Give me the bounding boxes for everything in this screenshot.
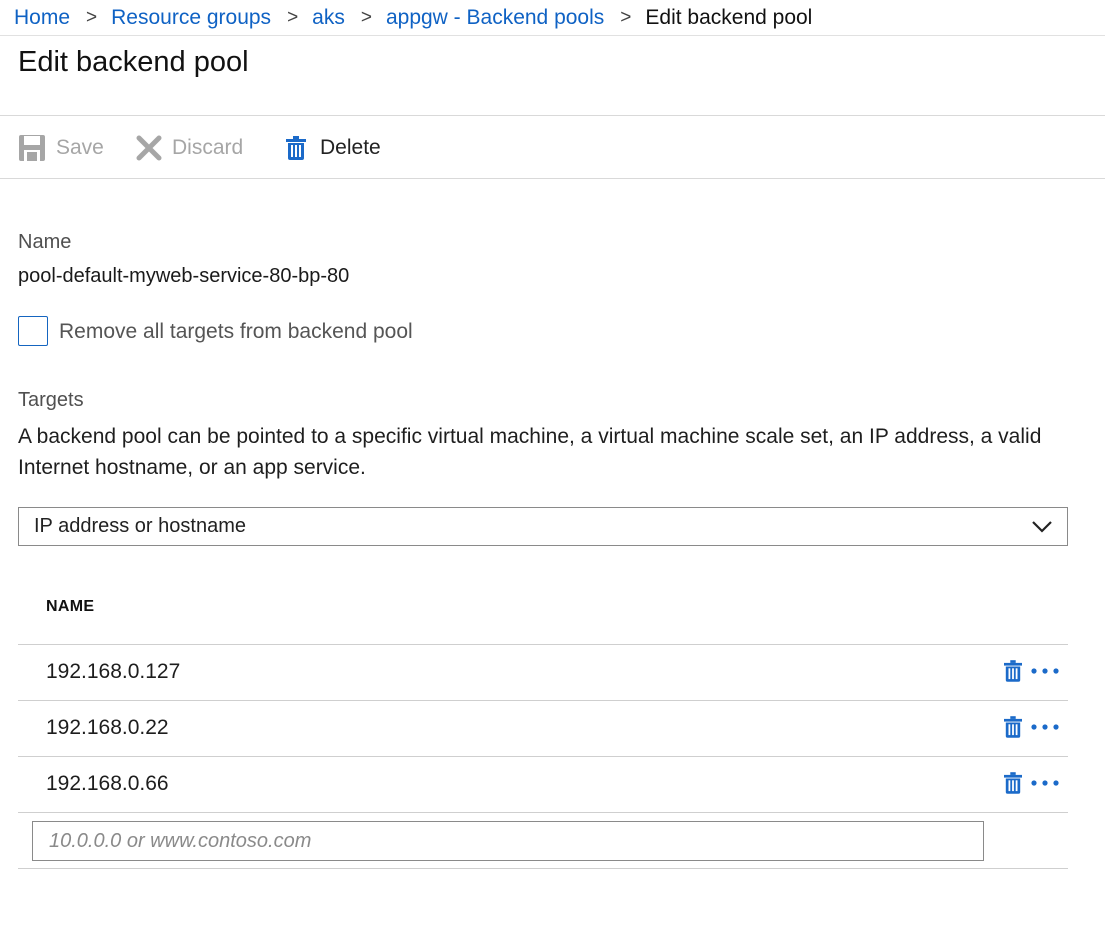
- target-type-value: IP address or hostname: [34, 515, 246, 537]
- breadcrumb-resource-groups[interactable]: Resource groups: [111, 7, 271, 28]
- table-row: 192.168.0.127: [18, 645, 1068, 701]
- new-target-input[interactable]: [32, 821, 984, 861]
- table-row: 192.168.0.22: [18, 701, 1068, 757]
- remove-targets-label[interactable]: Remove all targets from backend pool: [59, 320, 413, 344]
- row-actions: [1004, 660, 1060, 682]
- discard-icon: [136, 135, 162, 161]
- row-actions: [1004, 772, 1060, 794]
- trash-icon[interactable]: [1004, 716, 1022, 738]
- breadcrumb-aks[interactable]: aks: [312, 7, 345, 28]
- table-divider: [18, 868, 1068, 869]
- discard-button[interactable]: Discard: [136, 132, 243, 164]
- column-header-name: NAME: [46, 598, 95, 615]
- delete-label: Delete: [320, 136, 381, 159]
- chevron-right-icon: >: [287, 7, 299, 28]
- target-type-dropdown[interactable]: IP address or hostname: [18, 507, 1068, 546]
- page-title: Edit backend pool: [18, 46, 249, 78]
- target-name: 192.168.0.22: [46, 716, 169, 739]
- name-value: pool-default-myweb-service-80-bp-80: [18, 265, 350, 287]
- trash-icon: [286, 136, 306, 160]
- save-label: Save: [56, 136, 104, 159]
- table-row: 192.168.0.66: [18, 757, 1068, 813]
- target-name: 192.168.0.127: [46, 660, 181, 683]
- breadcrumb-backend-pools[interactable]: appgw - Backend pools: [386, 7, 604, 28]
- remove-targets-checkbox[interactable]: [18, 316, 48, 346]
- chevron-right-icon: >: [86, 7, 98, 28]
- ellipsis-icon[interactable]: [1030, 723, 1060, 731]
- table-divider: [18, 812, 1068, 813]
- save-icon: [18, 134, 46, 162]
- ellipsis-icon[interactable]: [1030, 667, 1060, 675]
- name-label: Name: [18, 231, 72, 253]
- chevron-right-icon: >: [360, 7, 372, 28]
- trash-icon[interactable]: [1004, 772, 1022, 794]
- breadcrumb: Home > Resource groups > aks > appgw - B…: [0, 0, 1105, 36]
- breadcrumb-home[interactable]: Home: [14, 7, 70, 28]
- chevron-down-icon: [1031, 518, 1053, 541]
- breadcrumb-current: Edit backend pool: [645, 6, 813, 29]
- save-button[interactable]: Save: [18, 132, 104, 164]
- targets-description: A backend pool can be pointed to a speci…: [18, 425, 1042, 479]
- targets-label: Targets: [18, 389, 84, 411]
- target-name: 192.168.0.66: [46, 772, 169, 795]
- ellipsis-icon[interactable]: [1030, 779, 1060, 787]
- delete-button[interactable]: Delete: [286, 132, 381, 164]
- row-actions: [1004, 716, 1060, 738]
- chevron-right-icon: >: [620, 7, 632, 28]
- command-bar: Save Discard Delete: [0, 116, 1105, 179]
- trash-icon[interactable]: [1004, 660, 1022, 682]
- discard-label: Discard: [172, 136, 244, 159]
